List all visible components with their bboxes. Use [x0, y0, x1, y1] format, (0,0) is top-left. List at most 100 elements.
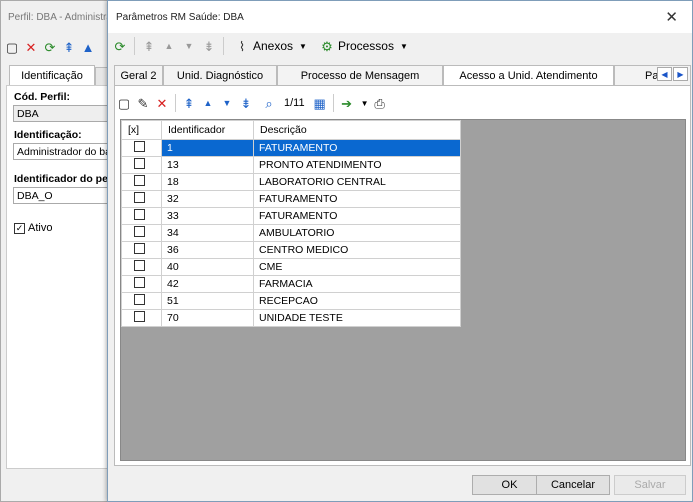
dialog-tabs: Geral 2 Unid. Diagnóstico Processo de Me… — [114, 65, 691, 86]
row-checkbox[interactable] — [121, 156, 162, 174]
next-record-icon[interactable]: ▼ — [181, 38, 197, 54]
tab-scroll-left-icon[interactable]: ◀ — [657, 67, 672, 81]
cell-identificador: 42 — [161, 275, 254, 293]
row-checkbox[interactable] — [121, 241, 162, 259]
cod-perfil-label: Cód. Perfil: — [14, 91, 71, 103]
delete-icon[interactable]: ✕ — [154, 95, 170, 111]
identificador-perfil-label: Identificador do perfi — [14, 173, 119, 185]
toolbar-separator — [175, 94, 176, 112]
first-record-icon[interactable]: ⇞ — [141, 38, 157, 54]
anexos-menu[interactable]: ⌇ Anexos ▼ — [234, 38, 307, 54]
prev-record-icon[interactable]: ▲ — [80, 39, 96, 55]
row-checkbox[interactable] — [121, 292, 162, 310]
save-button[interactable]: Salvar — [614, 475, 686, 495]
refresh-icon[interactable]: ⟳ — [112, 38, 128, 54]
table-row[interactable]: 51 RECEPCAO — [121, 292, 461, 310]
refresh-icon[interactable]: ⟳ — [42, 39, 58, 55]
checkbox-box[interactable] — [134, 226, 145, 237]
last-record-icon[interactable]: ⇟ — [201, 38, 217, 54]
tab-acesso-unid-atendimento[interactable]: Acesso a Unid. Atendimento — [443, 65, 614, 86]
cell-descricao: FATURAMENTO — [253, 139, 461, 157]
row-checkbox[interactable] — [121, 275, 162, 293]
cell-descricao: UNIDADE TESTE — [253, 309, 461, 327]
row-checkbox[interactable] — [121, 224, 162, 242]
table-row[interactable]: 13 PRONTO ATENDIMENTO — [121, 156, 461, 174]
column-header-identificador[interactable]: Identificador — [161, 120, 254, 140]
bg-toolbar: ▢ ✕ ⟳ ⇞ ▲ — [4, 37, 96, 57]
chevron-down-icon: ▼ — [399, 41, 408, 51]
checkbox-box[interactable] — [134, 158, 145, 169]
close-icon[interactable]: ✕ — [665, 8, 678, 26]
new-icon[interactable]: ▢ — [4, 39, 20, 55]
checkbox-box[interactable] — [134, 311, 145, 322]
checkbox-box[interactable] — [134, 175, 145, 186]
dialog-main-toolbar: ⟳ ⇞ ▲ ▼ ⇟ ⌇ Anexos ▼ ⚙ Processos ▼ — [112, 35, 408, 57]
chevron-down-icon[interactable]: ▼ — [361, 99, 369, 108]
table-row[interactable]: 18 LABORATORIO CENTRAL — [121, 173, 461, 191]
toolbar-separator — [134, 37, 135, 55]
bg-tab-identificacao[interactable]: Identificação — [9, 65, 95, 85]
table-row[interactable]: 34 AMBULATORIO — [121, 224, 461, 242]
grid-view-icon[interactable]: ▦ — [312, 95, 328, 111]
table-row[interactable]: 40 CME — [121, 258, 461, 276]
dialog-title: Parâmetros RM Saúde: DBA — [116, 11, 244, 23]
cell-descricao: FARMACIA — [253, 275, 461, 293]
anexos-label: Anexos — [253, 39, 294, 53]
binoculars-icon[interactable]: ⌕ — [261, 95, 277, 111]
tab-processo-mensagem[interactable]: Processo de Mensagem — [277, 65, 443, 85]
row-checkbox[interactable] — [121, 207, 162, 225]
processos-menu[interactable]: ⚙ Processos ▼ — [319, 38, 408, 54]
cancel-button[interactable]: Cancelar — [536, 475, 610, 495]
row-checkbox[interactable] — [121, 309, 162, 327]
checkbox-box[interactable] — [134, 192, 145, 203]
delete-icon[interactable]: ✕ — [23, 39, 39, 55]
edit-icon[interactable]: ✎ — [135, 95, 151, 111]
cell-identificador: 70 — [161, 309, 254, 327]
ativo-checkbox[interactable]: ✓ Ativo — [14, 222, 52, 234]
first-record-icon[interactable]: ⇞ — [181, 95, 197, 111]
new-icon[interactable]: ▢ — [116, 95, 132, 111]
prev-record-icon[interactable]: ▲ — [161, 38, 177, 54]
grid-header-row: [x] Identificador Descrição — [121, 120, 461, 140]
table-row[interactable]: 70 UNIDADE TESTE — [121, 309, 461, 327]
table-row[interactable]: 36 CENTRO MEDICO — [121, 241, 461, 259]
row-checkbox[interactable] — [121, 173, 162, 191]
dialog-titlebar: Parâmetros RM Saúde: DBA ✕ — [108, 1, 692, 33]
column-header-check[interactable]: [x] — [121, 120, 162, 140]
row-checkbox[interactable] — [121, 139, 162, 157]
processos-label: Processos — [337, 39, 394, 53]
tab-geral-2[interactable]: Geral 2 — [114, 65, 163, 85]
prev-record-icon[interactable]: ▲ — [200, 95, 216, 111]
paperclip-icon: ⌇ — [238, 38, 246, 54]
checkbox-box[interactable] — [134, 243, 145, 254]
cell-descricao: FATURAMENTO — [253, 207, 461, 225]
checkbox-box[interactable] — [134, 260, 145, 271]
gears-icon: ⚙ — [321, 38, 333, 54]
table-row[interactable]: 33 FATURAMENTO — [121, 207, 461, 225]
identificador-perfil-field[interactable]: DBA_O — [13, 187, 111, 204]
row-checkbox[interactable] — [121, 258, 162, 276]
next-record-icon[interactable]: ▼ — [219, 95, 235, 111]
table-row[interactable]: 42 FARMACIA — [121, 275, 461, 293]
identificacao-field[interactable]: Administrador do banc — [13, 143, 111, 160]
table-row[interactable]: 32 FATURAMENTO — [121, 190, 461, 208]
first-record-icon[interactable]: ⇞ — [61, 39, 77, 55]
record-counter: 1/11 — [284, 97, 305, 109]
checkbox-box[interactable] — [134, 294, 145, 305]
print-icon[interactable]: ⎙ — [372, 95, 388, 111]
cell-identificador: 18 — [161, 173, 254, 191]
checkbox-box[interactable] — [134, 209, 145, 220]
export-icon[interactable]: ➔ — [339, 95, 355, 111]
checkbox-box[interactable] — [134, 277, 145, 288]
row-checkbox[interactable] — [121, 190, 162, 208]
checkbox-box[interactable] — [134, 141, 145, 152]
table-row[interactable]: 1 FATURAMENTO — [121, 139, 461, 157]
tab-unid-diagnostico[interactable]: Unid. Diagnóstico — [163, 65, 277, 85]
cod-perfil-field[interactable]: DBA — [13, 105, 111, 122]
toolbar-separator — [223, 37, 224, 55]
tab-scroll-right-icon[interactable]: ▶ — [673, 67, 688, 81]
column-header-descricao[interactable]: Descrição — [253, 120, 461, 140]
cell-descricao: AMBULATORIO — [253, 224, 461, 242]
last-record-icon[interactable]: ⇟ — [238, 95, 254, 111]
cell-descricao: CENTRO MEDICO — [253, 241, 461, 259]
